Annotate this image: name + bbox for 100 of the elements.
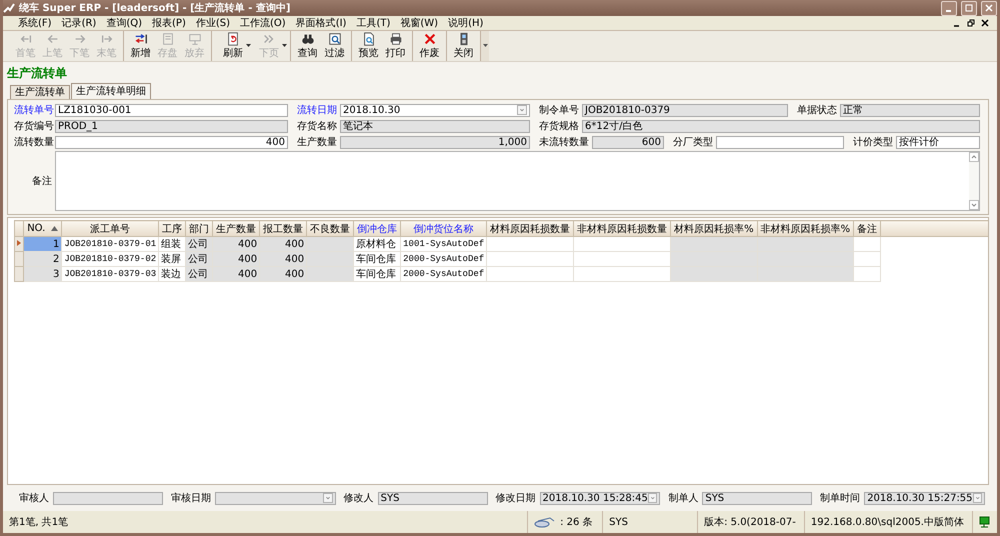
column-header[interactable]: 材料原因耗损数量 xyxy=(486,220,574,236)
table-cell: 原材料仓 xyxy=(356,239,396,250)
input-field[interactable]: SYS xyxy=(702,492,812,504)
toolbar-icon xyxy=(160,32,174,46)
field-label: 未流转数量 xyxy=(538,136,589,149)
input-field[interactable]: 400 xyxy=(55,136,288,148)
input-field[interactable] xyxy=(214,492,336,504)
menu-item[interactable]: 工作流(O) xyxy=(235,16,291,30)
column-header[interactable]: NO. xyxy=(24,220,62,236)
input-field[interactable]: 2018.10.30 xyxy=(340,104,530,116)
field-label: 分厂类型 xyxy=(672,136,713,149)
close-icon xyxy=(985,4,993,12)
menu-item[interactable]: 作业(S) xyxy=(190,16,236,30)
maximize-icon xyxy=(965,4,973,12)
column-header[interactable]: 材料原因耗损率% xyxy=(670,220,758,236)
scrollbar[interactable] xyxy=(969,152,979,210)
menu-item[interactable]: 视窗(W) xyxy=(395,16,444,30)
remarks-field[interactable] xyxy=(55,151,980,211)
dropdown-icon[interactable] xyxy=(322,493,333,503)
toolbar-button[interactable]: 过滤 xyxy=(321,31,348,61)
table-cell: 装屏 xyxy=(161,254,182,265)
table-cell: 2000-SysAutoDef xyxy=(403,269,484,279)
toolbar-icon xyxy=(188,32,202,46)
table-cell: 2 xyxy=(52,254,60,264)
input-field[interactable]: SYS xyxy=(378,492,488,504)
column-header[interactable]: 工序 xyxy=(158,220,186,236)
column-header[interactable]: 生产数量 xyxy=(212,220,260,236)
column-header[interactable]: 派工单号 xyxy=(62,220,159,236)
toolbar-button[interactable]: 查询 xyxy=(294,31,321,61)
table-cell: 1001-SysAutoDef xyxy=(403,239,484,249)
field-label: 存货名称 xyxy=(296,120,337,133)
tab[interactable]: 生产流转单 xyxy=(10,85,70,99)
table-cell: JOB201810-0379-03 xyxy=(64,269,156,279)
input-field[interactable]: PROD_1 xyxy=(55,120,288,132)
input-field[interactable]: 笔记本 xyxy=(340,120,530,132)
field-label: 制令单号 xyxy=(538,104,579,117)
input-field[interactable]: 正常 xyxy=(840,104,980,116)
menu-item[interactable]: 界面格式(I) xyxy=(290,16,352,30)
scroll-down-icon[interactable] xyxy=(969,200,979,210)
dropdown-icon[interactable] xyxy=(648,493,658,503)
field-label: 存货编号 xyxy=(13,120,52,133)
tab[interactable]: 生产流转单明细 xyxy=(71,83,151,99)
table-cell: 组装 xyxy=(161,239,182,250)
dropdown-icon[interactable] xyxy=(972,493,982,503)
toolbar-button[interactable]: 预览 xyxy=(355,31,382,61)
table-cell: 400 xyxy=(285,238,304,250)
table-cell: 400 xyxy=(238,254,258,264)
input-field[interactable]: 600 xyxy=(592,136,664,148)
close-icon[interactable] xyxy=(981,19,989,27)
dropdown-icon[interactable] xyxy=(517,105,527,115)
table-cell: 车间仓库 xyxy=(356,254,396,265)
caret-icon[interactable] xyxy=(246,44,251,48)
input-field[interactable]: 2018.10.30 15:27:55 xyxy=(864,492,986,504)
close-button[interactable] xyxy=(981,0,997,16)
menu-item[interactable]: 报表(P) xyxy=(147,16,191,30)
toolbar-icon xyxy=(72,32,86,46)
toolbar-button[interactable]: 打印 xyxy=(382,31,409,61)
menu-item[interactable]: 说明(H) xyxy=(443,16,488,30)
scroll-up-icon[interactable] xyxy=(969,152,979,162)
column-header[interactable]: 不良数量 xyxy=(306,220,354,236)
toolbar-button[interactable]: 刷新 xyxy=(215,31,251,61)
input-field[interactable] xyxy=(716,136,844,148)
menu-item[interactable]: 工具(T) xyxy=(351,16,396,30)
column-header[interactable]: 部门 xyxy=(186,220,213,236)
input-field[interactable]: 1,000 xyxy=(340,136,530,148)
toolbar-icon xyxy=(46,32,60,46)
table-cell: JOB201810-0379-01 xyxy=(64,239,156,249)
toolbar-button[interactable]: 关闭 xyxy=(450,31,477,61)
column-header[interactable]: 备注 xyxy=(854,220,881,236)
input-field[interactable] xyxy=(53,492,163,504)
toolbar-icon xyxy=(388,32,402,46)
field-label: 流转日期 xyxy=(296,104,337,117)
menu-item[interactable]: 系统(F) xyxy=(13,16,57,30)
toolbar-button[interactable]: 新增 xyxy=(127,31,154,61)
input-field[interactable]: JOB201810-0379 xyxy=(582,104,788,116)
input-field[interactable]: 2018.10.30 15:28:45 xyxy=(540,492,660,504)
maximize-button[interactable] xyxy=(961,0,977,16)
toolbar-icon xyxy=(262,32,276,46)
column-header[interactable]: 报工数量 xyxy=(260,220,307,236)
field-label: 计价类型 xyxy=(852,136,893,149)
toolbar-button[interactable]: 作废 xyxy=(416,31,443,61)
database-icon xyxy=(534,516,556,528)
input-field[interactable]: 6*12寸/白色 xyxy=(582,120,980,132)
toolbar-icon xyxy=(300,32,314,46)
input-field[interactable]: LZ181030-001 xyxy=(55,104,288,116)
minimize-button[interactable] xyxy=(941,0,957,16)
column-header[interactable]: 倒冲仓库 xyxy=(354,220,401,236)
column-header[interactable]: 倒冲货位名称 xyxy=(400,220,487,236)
table-cell: 400 xyxy=(285,254,304,264)
table-cell: JOB201810-0379-02 xyxy=(64,254,156,264)
restore-icon[interactable] xyxy=(967,19,975,27)
menu-item[interactable]: 查询(Q) xyxy=(101,16,148,30)
column-header[interactable]: 非材料原因耗损率% xyxy=(757,220,854,236)
table-cell: 400 xyxy=(238,268,258,280)
table-cell: 公司 xyxy=(188,239,208,250)
input-field[interactable]: 按件计价 xyxy=(896,136,980,148)
toolbar-overflow[interactable] xyxy=(481,31,489,61)
caret-icon xyxy=(482,44,488,48)
column-header[interactable]: 非材料原因耗损数量 xyxy=(574,220,671,236)
menu-item[interactable]: 记录(R) xyxy=(56,16,102,30)
